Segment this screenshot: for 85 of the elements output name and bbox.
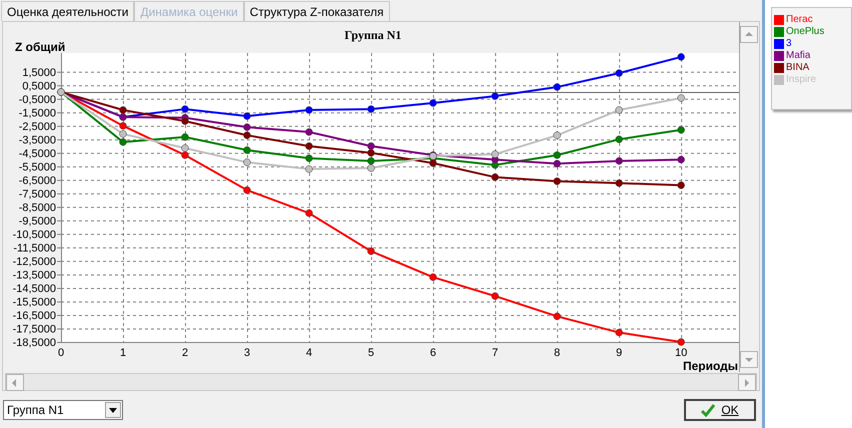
data-point — [677, 94, 685, 102]
data-point — [491, 92, 499, 100]
y-tick-label: -17,5000 — [12, 324, 56, 336]
data-point — [367, 105, 375, 113]
x-tick-label: 1 — [120, 347, 126, 359]
y-tick-label: -0,5000 — [18, 94, 56, 106]
y-tick-label: -15,5000 — [12, 296, 56, 308]
data-point — [677, 182, 685, 190]
select-value: Группа N1 — [7, 402, 64, 419]
x-tick-label: 7 — [492, 347, 498, 359]
horizontal-scrollbar[interactable] — [5, 373, 757, 391]
data-point — [429, 99, 437, 107]
data-point — [243, 112, 251, 120]
x-tick-label: 10 — [674, 347, 688, 359]
data-point — [305, 142, 313, 150]
y-tick-label: -2,5000 — [18, 120, 56, 133]
data-point — [615, 328, 623, 336]
x-tick-label: 2 — [182, 347, 188, 359]
data-point — [243, 146, 251, 154]
data-point — [243, 158, 251, 166]
y-tick-label: -7,5000 — [18, 188, 56, 200]
y-tick-label: -6,5000 — [18, 174, 56, 187]
data-point — [305, 209, 313, 217]
scroll-down-button[interactable] — [740, 351, 758, 368]
data-point — [305, 106, 313, 114]
y-tick-label: 0,5000 — [22, 80, 56, 92]
legend-label: Пегас — [786, 14, 813, 26]
y-tick-label: -12,5000 — [12, 256, 56, 268]
chart-title: Группа N1 — [344, 28, 402, 42]
data-point — [305, 165, 313, 173]
data-point — [305, 154, 313, 162]
scroll-right-button[interactable] — [738, 374, 756, 391]
check-icon — [701, 404, 716, 416]
data-point — [491, 292, 499, 300]
y-tick-label: -9,5000 — [18, 215, 56, 228]
data-point — [615, 69, 623, 77]
x-tick-label: 9 — [616, 347, 622, 359]
data-point — [677, 126, 685, 134]
x-tick-label: 6 — [430, 347, 436, 359]
y-axis-title: Z общий — [15, 40, 66, 54]
scroll-up-button[interactable] — [740, 26, 758, 43]
data-point — [553, 132, 561, 140]
legend-label: 3 — [786, 38, 792, 50]
y-tick-label: -5,5000 — [18, 161, 56, 174]
data-point — [243, 186, 251, 194]
x-tick-label: 4 — [306, 347, 312, 359]
data-point — [553, 83, 561, 91]
y-tick-label: -14,5000 — [12, 282, 56, 295]
data-point — [615, 157, 623, 165]
data-point — [615, 106, 623, 114]
x-tick-label: 3 — [244, 347, 250, 359]
y-tick-label: -11,5000 — [13, 242, 56, 254]
data-point — [615, 179, 623, 187]
x-tick-label: 8 — [554, 347, 560, 359]
y-tick-label: -3,5000 — [18, 134, 56, 146]
y-tick-label: -18,5000 — [12, 337, 56, 349]
ok-button[interactable]: OK — [684, 399, 756, 421]
legend-label: OnePlus — [786, 26, 824, 38]
y-tick-label: -1,5000 — [18, 107, 56, 120]
scroll-left-button[interactable] — [6, 374, 24, 391]
data-point — [553, 312, 561, 320]
x-tick-label: 0 — [58, 347, 64, 359]
vertical-scrollbar[interactable] — [739, 22, 759, 372]
data-point — [677, 156, 685, 164]
tab[interactable]: Оценка деятельности — [1, 1, 134, 21]
tab[interactable]: Структура Z-показателя — [244, 1, 390, 21]
data-point — [367, 247, 375, 255]
y-tick-label: -16,5000 — [12, 310, 56, 322]
data-point — [305, 128, 313, 136]
y-tick-label: 1,5000 — [22, 66, 56, 79]
y-tick-label: -8,5000 — [18, 202, 56, 214]
data-point — [677, 338, 685, 346]
data-point — [181, 133, 189, 141]
legend-label: Mafia — [786, 50, 810, 62]
legend-label: BINA — [786, 62, 810, 74]
y-tick-label: -4,5000 — [18, 148, 56, 160]
data-point — [429, 273, 437, 281]
data-point — [491, 173, 499, 181]
group-select[interactable]: Группа N1 — [3, 400, 123, 420]
data-point — [615, 136, 623, 144]
data-point — [553, 177, 561, 185]
y-tick-label: -10,5000 — [12, 228, 56, 241]
x-tick-label: 5 — [368, 347, 374, 359]
y-tick-label: -13,5000 — [12, 269, 56, 282]
data-point — [677, 53, 685, 61]
